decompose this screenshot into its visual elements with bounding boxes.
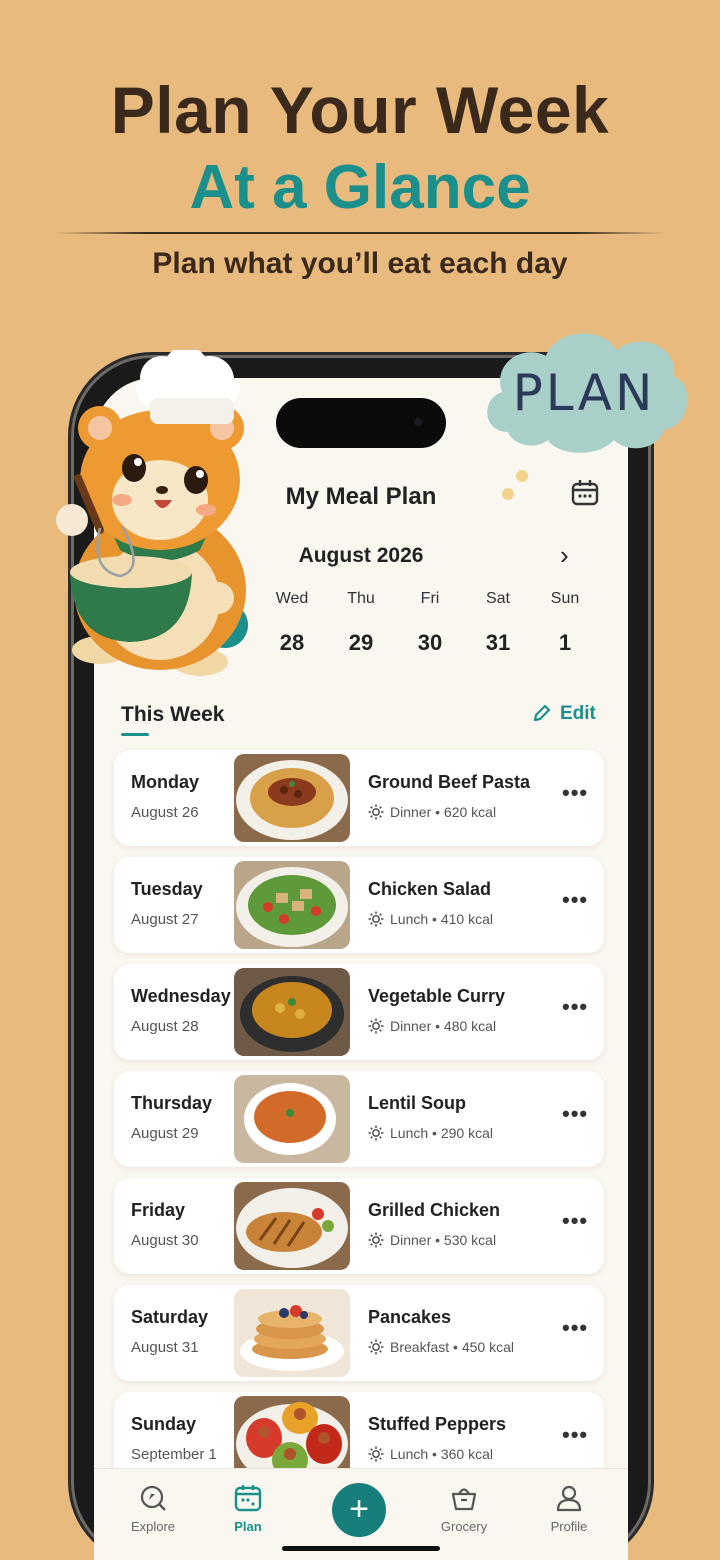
meal-date: August 26 [131,804,199,821]
hamster-chef-mascot [56,350,246,676]
meal-card[interactable]: Friday August 30 Grilled Chicken Dinner … [114,1178,604,1274]
pasta-image [234,754,350,842]
edit-button[interactable]: Edit [532,703,596,725]
hero-subtitle: Plan what you’ll eat each day [152,247,568,280]
meal-date: August 31 [131,1339,199,1356]
badge-label: PLAN [512,364,656,422]
pancakes-image [234,1289,350,1377]
curry-image [234,968,350,1056]
sun-icon [368,911,384,927]
grilled-chicken-image [234,1182,350,1270]
salad-image [234,861,350,949]
hero-title-accent: At a Glance [189,153,531,222]
more-icon[interactable]: ••• [562,887,588,913]
meal-meta: Lunch • 360 kcal [368,1446,493,1462]
tab-profile[interactable]: Profile [524,1483,614,1534]
calendar-icon [234,1485,262,1512]
meal-name: Stuffed Peppers [368,1414,507,1434]
day-number[interactable]: 30 [400,630,460,656]
meal-name: Chicken Salad [368,879,492,899]
day-name: Sat [485,590,510,607]
meal-name: Lentil Soup [368,1093,466,1113]
day-number[interactable]: 29 [331,630,391,656]
edit-label: Edit [560,703,596,724]
sun-icon [368,804,384,820]
sun-icon [368,1125,384,1141]
explore-icon [140,1485,166,1511]
meal-card[interactable]: Tuesday August 27 Chicken Salad Lunch • … [114,857,604,953]
meal-meta: Dinner • 620 kcal [368,804,496,820]
meal-date: August 28 [131,1018,199,1035]
meal-name: Vegetable Curry [368,986,506,1006]
more-icon[interactable]: ••• [562,1101,588,1127]
day-name: Fri [420,590,440,607]
meal-date: August 29 [131,1125,199,1142]
meal-date: August 27 [131,911,199,928]
meal-card[interactable]: Saturday August 31 Pancakes Breakfast • … [114,1285,604,1381]
more-icon[interactable]: ••• [562,780,588,806]
day-number[interactable]: 31 [468,630,528,656]
meal-day: Friday [131,1200,186,1220]
more-icon[interactable]: ••• [562,1208,588,1234]
meal-meta: Breakfast • 450 kcal [368,1339,514,1355]
add-meal-button[interactable]: + [332,1483,386,1537]
hero-divider [55,232,665,234]
more-icon[interactable]: ••• [562,1422,588,1448]
day-number[interactable]: 1 [535,630,595,656]
sun-icon [368,1446,384,1462]
day-name: Sun [550,590,580,607]
more-icon[interactable]: ••• [562,1315,588,1341]
tab-grocery[interactable]: Grocery [419,1483,509,1534]
meal-meta: Dinner • 530 kcal [368,1232,496,1248]
dynamic-island [276,398,446,448]
plan-badge: PLAN [478,322,690,472]
sun-icon [368,1232,384,1248]
section-underline [121,733,149,736]
meal-day: Saturday [131,1307,209,1327]
sun-icon [368,1018,384,1034]
meal-day: Tuesday [131,879,203,899]
meal-date: August 30 [131,1232,199,1249]
more-icon[interactable]: ••• [562,994,588,1020]
meal-meta: Lunch • 410 kcal [368,911,493,927]
meal-day: Thursday [131,1093,213,1113]
section-title[interactable]: This Week [121,703,224,727]
meal-day: Sunday [131,1414,197,1434]
basket-icon [451,1488,477,1511]
plus-icon: + [349,1490,369,1528]
day-name: Thu [347,590,375,607]
chevron-right-icon[interactable]: › [560,540,569,571]
meal-day: Monday [131,772,200,792]
meal-name: Pancakes [368,1307,452,1327]
sun-icon [368,1339,384,1355]
meal-name: Grilled Chicken [368,1200,501,1220]
meal-card[interactable]: Wednesday August 28 Vegetable Curry Dinn… [114,964,604,1060]
meal-meta: Lunch • 290 kcal [368,1125,493,1141]
tab-explore[interactable]: Explore [108,1483,198,1534]
meal-card[interactable]: Monday August 26 Ground Beef Pasta Dinne… [114,750,604,846]
meal-date: September 1 [131,1446,217,1463]
tab-plan[interactable]: Plan [203,1483,293,1534]
soup-image [234,1075,350,1163]
hero-title: Plan Your Week [110,73,610,147]
calendar-icon[interactable] [570,478,600,508]
meal-meta: Dinner • 480 kcal [368,1018,496,1034]
meal-card[interactable]: Thursday August 29 Lentil Soup Lunch • 2… [114,1071,604,1167]
home-indicator [282,1546,440,1551]
user-icon [556,1485,582,1512]
meal-day: Wednesday [131,986,231,1006]
meal-name: Ground Beef Pasta [368,772,531,792]
cloud-bubbles [502,470,528,500]
pencil-icon [533,704,551,722]
